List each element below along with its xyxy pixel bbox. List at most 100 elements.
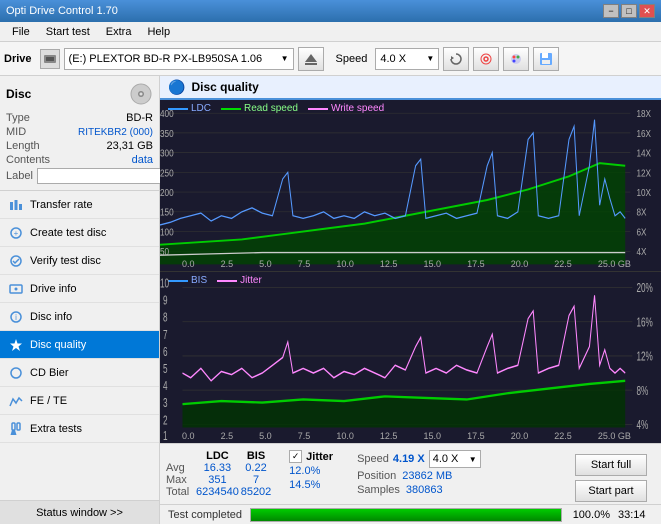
svg-text:2: 2 [163, 414, 168, 428]
svg-text:+: + [14, 229, 19, 238]
svg-text:18X: 18X [636, 107, 651, 119]
svg-text:4X: 4X [636, 245, 647, 257]
svg-text:4%: 4% [636, 418, 648, 432]
settings-button[interactable] [473, 47, 499, 71]
maximize-button[interactable]: □ [621, 4, 637, 18]
stats-bar: LDC BIS Avg 16.33 0.22 Max 351 7 Total [160, 443, 661, 504]
svg-text:16%: 16% [636, 316, 652, 330]
start-full-button[interactable]: Start full [575, 454, 647, 476]
disc-quality-icon [8, 337, 24, 353]
status-window-button[interactable]: Status window >> [0, 500, 159, 524]
eject-button[interactable] [298, 47, 324, 71]
action-buttons: Start full Start part [575, 450, 655, 502]
chart2-svg: 20% 16% 12% 8% 4% 10 9 8 7 6 5 4 3 2 1 [160, 272, 661, 443]
nav-extra-tests[interactable]: Extra tests [0, 415, 159, 443]
disc-quality-title: Disc quality [191, 80, 258, 94]
drive-icon [40, 49, 60, 69]
nav-transfer-rate[interactable]: Transfer rate [0, 191, 159, 219]
progress-bar [250, 508, 562, 522]
menu-help[interactable]: Help [139, 24, 178, 40]
drive-label: Drive [4, 53, 32, 65]
nav-disc-info[interactable]: i Disc info [0, 303, 159, 331]
progress-status: Test completed [168, 509, 242, 521]
nav-drive-info-label: Drive info [30, 283, 76, 295]
disc-title: Disc [6, 87, 31, 101]
right-panel: 🔵 Disc quality LDC Read speed [160, 76, 661, 524]
svg-text:400: 400 [160, 107, 174, 119]
nav-verify-test-disc-label: Verify test disc [30, 255, 101, 267]
disc-info-icon: i [8, 309, 24, 325]
nav-cd-bier-label: CD Bier [30, 367, 69, 379]
svg-text:4: 4 [163, 380, 168, 394]
label-input[interactable] [37, 168, 175, 184]
svg-text:6: 6 [163, 345, 168, 359]
avg-jitter: 12.0% [289, 465, 333, 477]
menu-file[interactable]: File [4, 24, 38, 40]
svg-text:1: 1 [163, 429, 168, 443]
chart1-svg: 18X 16X 14X 12X 10X 8X 6X 4X 400 350 300… [160, 100, 661, 271]
speed-stat-selector[interactable]: 4.0 X ▼ [429, 450, 481, 468]
svg-text:7: 7 [163, 328, 168, 342]
menu-start-test[interactable]: Start test [38, 24, 98, 40]
minimize-button[interactable]: − [603, 4, 619, 18]
speed-stat-dropdown-icon: ▼ [469, 455, 477, 464]
palette-button[interactable] [503, 47, 529, 71]
speed-label: Speed [336, 53, 368, 65]
mid-label: MID [6, 126, 26, 138]
close-button[interactable]: ✕ [639, 4, 655, 18]
max-ldc: 351 [196, 474, 239, 486]
start-part-button[interactable]: Start part [575, 480, 647, 502]
dropdown-arrow-icon: ▼ [281, 54, 289, 63]
nav-create-test-disc[interactable]: + Create test disc [0, 219, 159, 247]
cd-bier-icon [8, 365, 24, 381]
drive-info-icon [8, 281, 24, 297]
progress-percent: 100.0% [570, 509, 610, 521]
chart1-x-axis: 0.02.55.07.510.012.515.017.520.022.525.0… [182, 259, 631, 269]
jitter-checkbox[interactable]: ✓ [289, 450, 302, 463]
nav-create-test-disc-label: Create test disc [30, 227, 106, 239]
nav-cd-bier[interactable]: CD Bier [0, 359, 159, 387]
nav-verify-test-disc[interactable]: Verify test disc [0, 247, 159, 275]
svg-text:i: i [15, 313, 17, 322]
svg-text:8X: 8X [636, 206, 647, 218]
contents-label: Contents [6, 154, 50, 166]
contents-value: data [132, 154, 153, 166]
charts-area: LDC Read speed Write speed [160, 100, 661, 443]
fe-te-icon [8, 393, 24, 409]
extra-tests-icon [8, 421, 24, 437]
svg-text:12%: 12% [636, 350, 652, 364]
nav-fe-te-label: FE / TE [30, 395, 67, 407]
mid-value: RITEKBR2 (000) [78, 127, 153, 138]
speed-dropdown-icon: ▼ [426, 54, 434, 63]
svg-text:250: 250 [160, 166, 174, 178]
svg-text:8%: 8% [636, 384, 648, 398]
total-row-label: Total [166, 486, 196, 498]
speed-stat-value: 4.19 X [393, 453, 425, 465]
progress-bar-fill [251, 509, 561, 521]
avg-row-label: Avg [166, 462, 196, 474]
disc-quality-header-icon: 🔵 [168, 79, 185, 96]
main-content: Disc Type BD-R MID RITEKBR2 (000) Length… [0, 76, 661, 524]
nav-drive-info[interactable]: Drive info [0, 275, 159, 303]
svg-text:200: 200 [160, 186, 174, 198]
drive-selector[interactable]: (E:) PLEXTOR BD-R PX-LB950SA 1.06 ▼ [64, 48, 294, 70]
progress-section: Test completed 100.0% 33:14 [160, 504, 661, 524]
type-value: BD-R [126, 112, 153, 124]
svg-text:150: 150 [160, 206, 174, 218]
type-label: Type [6, 112, 30, 124]
chart1: LDC Read speed Write speed [160, 100, 661, 272]
nav-fe-te[interactable]: FE / TE [0, 387, 159, 415]
samples-value: 380863 [406, 484, 443, 496]
refresh-button[interactable] [443, 47, 469, 71]
speed-selector[interactable]: 4.0 X ▼ [375, 48, 439, 70]
jitter-label: Jitter [306, 451, 333, 463]
nav-transfer-rate-label: Transfer rate [30, 199, 93, 211]
save-button[interactable] [533, 47, 559, 71]
svg-text:50: 50 [160, 245, 169, 257]
nav-disc-quality[interactable]: Disc quality [0, 331, 159, 359]
position-value: 23862 MB [402, 470, 452, 482]
stats-table: LDC BIS Avg 16.33 0.22 Max 351 7 Total [166, 450, 273, 498]
menu-extra[interactable]: Extra [98, 24, 140, 40]
title-bar: Opti Drive Control 1.70 − □ ✕ [0, 0, 661, 22]
window-controls: − □ ✕ [603, 4, 655, 18]
